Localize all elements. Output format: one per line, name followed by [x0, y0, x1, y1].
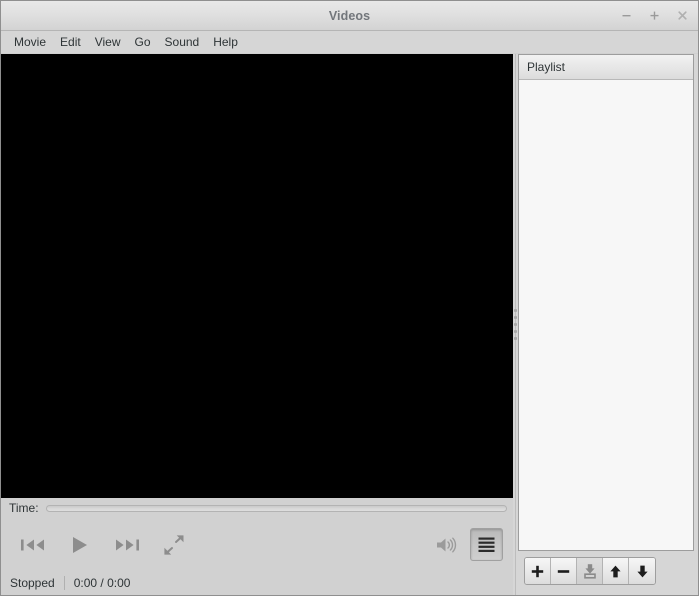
playlist-move-up-button[interactable] [603, 558, 629, 584]
hamburger-icon [478, 537, 495, 552]
next-button[interactable] [103, 524, 150, 566]
playback-controls: Time: Stopped 0:00 / 0:00 [1, 498, 513, 595]
seek-track [45, 504, 507, 512]
menu-item-movie[interactable]: Movie [7, 33, 53, 52]
player-pane: Time: Stopped 0:00 / 0:00 [1, 54, 513, 595]
minimize-icon[interactable] [618, 7, 635, 24]
plus-icon [531, 565, 544, 577]
menu-item-go[interactable]: Go [128, 33, 158, 52]
playlist-toggle-button[interactable] [470, 528, 503, 561]
pane-splitter[interactable] [513, 54, 518, 595]
window-title: Videos [328, 8, 371, 23]
playlist-column-header[interactable]: Playlist [519, 55, 693, 80]
playlist-add-button[interactable] [525, 558, 551, 584]
playlist-box: Playlist [518, 54, 694, 551]
menu-item-help[interactable]: Help [206, 33, 245, 52]
transport-buttons [9, 524, 197, 566]
seek-row: Time: [1, 498, 513, 518]
arrow-up-icon [610, 565, 621, 577]
splitter-grip [514, 309, 517, 340]
statusbar: Stopped 0:00 / 0:00 [1, 571, 513, 595]
play-icon [72, 536, 87, 553]
arrow-down-icon [636, 565, 648, 577]
volume-icon [437, 537, 457, 552]
playlist-toolbar [518, 551, 694, 591]
titlebar: Videos [1, 1, 698, 31]
playback-state: Stopped [10, 576, 55, 590]
minus-icon [557, 569, 570, 573]
seek-slider[interactable] [45, 504, 507, 513]
volume-button[interactable] [428, 526, 466, 564]
window-controls [618, 1, 691, 30]
playlist-button-group [524, 557, 656, 585]
save-disk-icon [583, 564, 596, 579]
time-label: Time: [9, 501, 39, 515]
fullscreen-icon [163, 534, 183, 555]
time-display: 0:00 / 0:00 [73, 576, 131, 590]
next-icon [115, 539, 139, 550]
menu-item-view[interactable]: View [88, 33, 128, 52]
playlist-list[interactable] [519, 80, 693, 550]
playlist-remove-button[interactable] [551, 558, 577, 584]
transport-row [1, 518, 513, 571]
status-separator [63, 576, 65, 590]
videos-window: Videos Movie Edit View Go Sound Help Tim… [0, 0, 699, 596]
close-icon[interactable] [674, 7, 691, 24]
previous-button[interactable] [9, 524, 56, 566]
play-button[interactable] [56, 524, 103, 566]
video-display-area[interactable] [1, 54, 513, 498]
main-content: Time: Stopped 0:00 / 0:00 Playlist [1, 54, 698, 595]
playlist-header-label: Playlist [527, 60, 566, 74]
menu-item-edit[interactable]: Edit [53, 33, 88, 52]
playlist-move-down-button[interactable] [629, 558, 655, 584]
menubar: Movie Edit View Go Sound Help [1, 31, 698, 54]
previous-icon [20, 539, 44, 550]
playlist-pane: Playlist [518, 54, 698, 595]
playlist-save-button[interactable] [577, 558, 603, 584]
maximize-icon[interactable] [646, 7, 663, 24]
fullscreen-button[interactable] [150, 524, 197, 566]
menu-item-sound[interactable]: Sound [158, 33, 207, 52]
